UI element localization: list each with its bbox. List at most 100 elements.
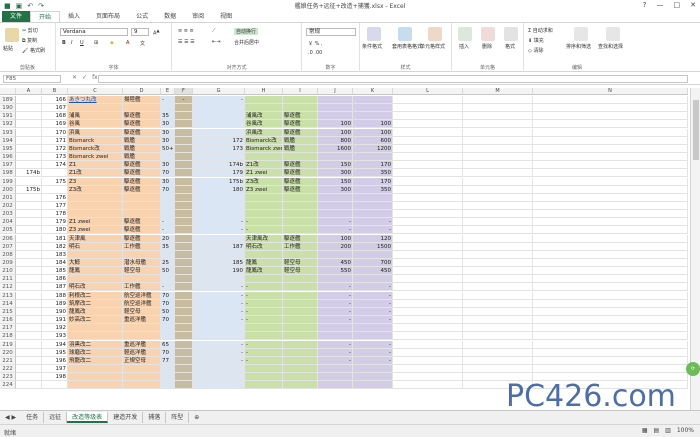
grid-cell[interactable]	[193, 201, 245, 210]
number-format-combo[interactable]: 常规	[306, 28, 356, 36]
grid-cell[interactable]	[16, 299, 42, 308]
phonetic-icon[interactable]: 文	[140, 40, 145, 47]
grid-cell[interactable]	[463, 332, 533, 341]
grid-cell[interactable]	[353, 275, 393, 284]
grid-cell[interactable]: 50	[161, 267, 175, 276]
grid-cell[interactable]: 工作艦	[283, 242, 318, 251]
grid-cell[interactable]	[161, 153, 175, 162]
tab-file[interactable]: 文件	[2, 11, 31, 22]
grid-cell[interactable]	[123, 364, 161, 373]
grid-cell[interactable]	[245, 201, 283, 210]
grid-cell[interactable]: 戦艦	[283, 136, 318, 145]
column-header[interactable]: E	[161, 88, 175, 95]
grid-cell[interactable]	[175, 218, 193, 227]
grid-cell[interactable]	[175, 185, 193, 194]
bold-button[interactable]: B	[62, 40, 66, 46]
grid-cell[interactable]	[353, 250, 393, 259]
grid-cell[interactable]: 30	[161, 161, 175, 170]
grid-cell[interactable]	[393, 291, 463, 300]
grid-cell[interactable]: 183	[42, 250, 68, 259]
grid-cell[interactable]	[463, 96, 533, 104]
grid-cell[interactable]	[533, 104, 688, 113]
tab-insert[interactable]: 插入	[60, 11, 88, 22]
grid-cell[interactable]	[68, 104, 123, 113]
grid-cell[interactable]: 77	[161, 356, 175, 365]
grid-cell[interactable]	[193, 332, 245, 341]
grid-cell[interactable]	[175, 275, 193, 284]
grid-cell[interactable]	[16, 210, 42, 219]
grid-cell[interactable]: 飛龍改二	[68, 356, 123, 365]
format-cells-icon[interactable]	[504, 27, 518, 41]
grid-cell[interactable]: 189	[42, 299, 68, 308]
grid-cell[interactable]: 180	[193, 185, 245, 194]
grid-cell[interactable]	[393, 242, 463, 251]
grid-cell[interactable]	[175, 381, 193, 390]
sheet-nav-icon[interactable]: ◀ ▶	[0, 412, 21, 423]
conditional-format-button[interactable]: 条件格式	[362, 43, 382, 50]
sort-filter-button[interactable]: 排序和筛选	[566, 43, 591, 50]
indent-icon[interactable]: ⇤⇥	[212, 39, 220, 45]
grid-cell[interactable]	[245, 153, 283, 162]
column-header[interactable]	[0, 88, 16, 95]
autosum-button[interactable]: Σ 自动求和	[528, 27, 553, 34]
column-header[interactable]: J	[318, 88, 353, 95]
grid-cell[interactable]	[42, 185, 68, 194]
merge-center-button[interactable]: 合并后居中	[234, 39, 259, 46]
scrollbar-thumb[interactable]	[693, 100, 699, 160]
grid-cell[interactable]	[463, 210, 533, 219]
find-select-icon[interactable]	[606, 27, 620, 41]
grid-cell[interactable]	[245, 364, 283, 373]
grid-cell[interactable]: Bismarck zwei	[68, 153, 123, 162]
grid-cell[interactable]: 龍鳳改	[245, 267, 283, 276]
grid-cell[interactable]	[175, 242, 193, 251]
grid-cell[interactable]	[175, 144, 193, 153]
grid-cell[interactable]: 戦艦	[123, 153, 161, 162]
grid-cell[interactable]	[533, 161, 688, 170]
grid-cell[interactable]	[463, 112, 533, 121]
cut-button[interactable]: ✂ 剪切	[22, 27, 38, 34]
grid-cell[interactable]: -	[353, 291, 393, 300]
row-header[interactable]: 210	[0, 267, 16, 276]
font-name-combo[interactable]: Verdana	[60, 28, 128, 36]
grid-cell[interactable]: 30	[161, 128, 175, 137]
grid-cell[interactable]	[245, 324, 283, 333]
grid-cell[interactable]	[353, 324, 393, 333]
cell-styles-icon[interactable]	[428, 27, 442, 41]
grid-cell[interactable]	[161, 373, 175, 382]
grid-cell[interactable]: -	[245, 291, 283, 300]
grid-cell[interactable]	[283, 218, 318, 227]
grid-cell[interactable]	[318, 153, 353, 162]
row-header[interactable]: 203	[0, 210, 16, 219]
grid-cell[interactable]	[245, 250, 283, 259]
grid-cell[interactable]	[175, 373, 193, 382]
grid-cell[interactable]	[193, 373, 245, 382]
grid-cell[interactable]	[353, 112, 393, 121]
grid-cell[interactable]	[16, 348, 42, 357]
grid-cell[interactable]	[161, 381, 175, 390]
grid-cell[interactable]: -	[245, 218, 283, 227]
grid-cell[interactable]	[16, 307, 42, 316]
minimize-button[interactable]: —	[657, 1, 664, 9]
grid-cell[interactable]	[393, 128, 463, 137]
grid-cell[interactable]	[283, 307, 318, 316]
grid-cell[interactable]: -	[245, 226, 283, 235]
grid-cell[interactable]	[16, 242, 42, 251]
grid-cell[interactable]: 浦風	[68, 112, 123, 121]
row-header[interactable]: 201	[0, 193, 16, 202]
grid-cell[interactable]	[463, 356, 533, 365]
grid-cell[interactable]: -	[193, 283, 245, 292]
grid-cell[interactable]: 駆逐艦	[283, 177, 318, 186]
grid-cell[interactable]: -	[353, 299, 393, 308]
grid-cell[interactable]: 171	[42, 136, 68, 145]
grid-cell[interactable]: 174	[42, 161, 68, 170]
grid-cell[interactable]	[393, 226, 463, 235]
grid-cell[interactable]: 172	[193, 136, 245, 145]
grid-cell[interactable]: 200	[318, 242, 353, 251]
sheet-tab-tasks[interactable]: 任务	[21, 412, 45, 423]
grid-cell[interactable]: 正規空母	[123, 356, 161, 365]
grid-cell[interactable]	[193, 381, 245, 390]
tab-data[interactable]: 数据	[156, 11, 184, 22]
grid-cell[interactable]	[533, 316, 688, 325]
grid-cell[interactable]	[283, 283, 318, 292]
grid-cell[interactable]	[393, 340, 463, 349]
